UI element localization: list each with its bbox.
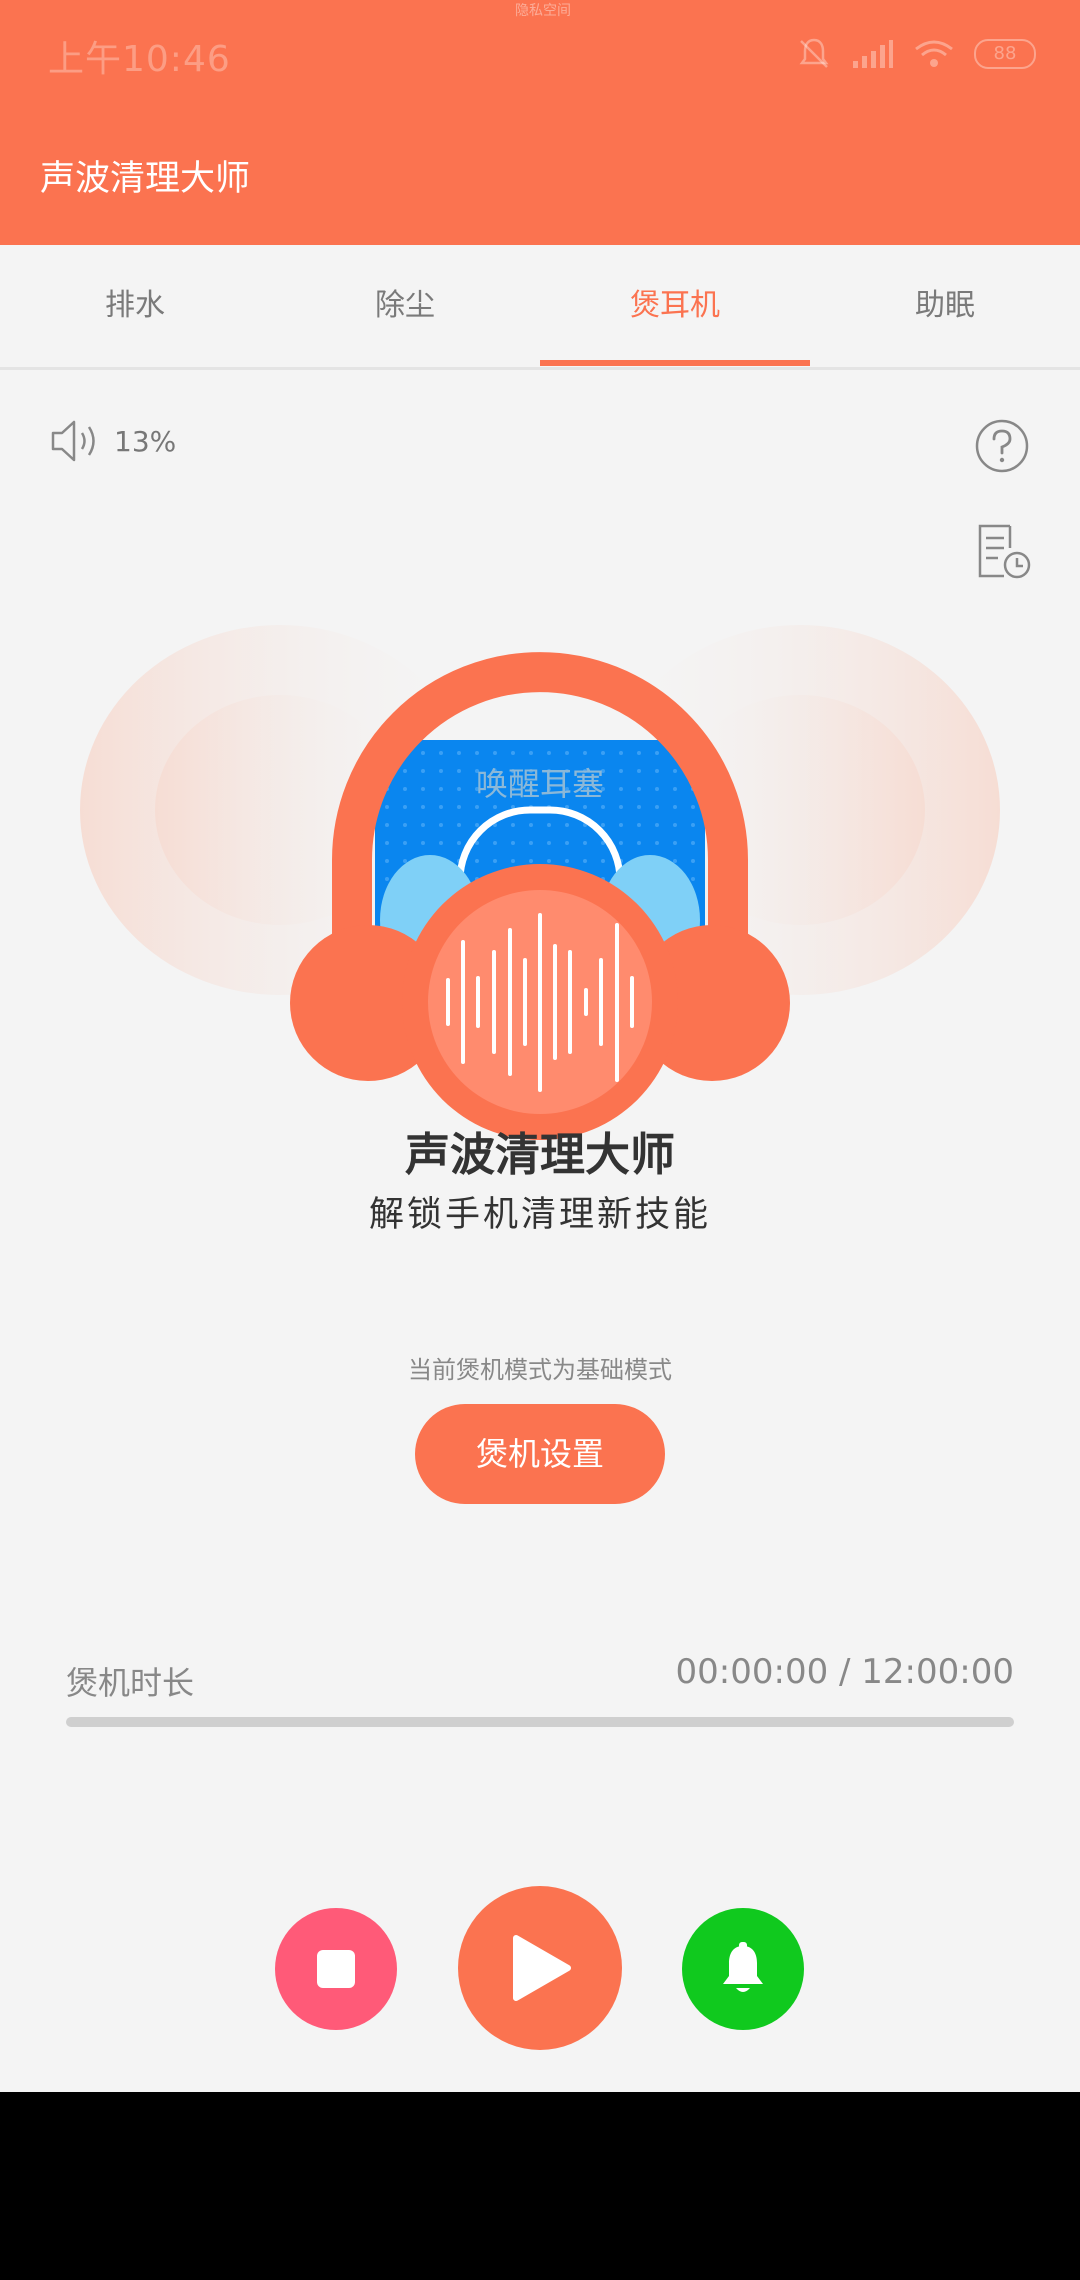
tab-sleep[interactable]: 助眠 bbox=[810, 245, 1080, 367]
stop-icon bbox=[317, 1950, 355, 1988]
page-title: 声波清理大师 bbox=[40, 159, 251, 199]
alarm-button[interactable] bbox=[682, 1908, 804, 2030]
help-button[interactable] bbox=[974, 418, 1030, 478]
system-nav-bar bbox=[0, 2092, 1080, 2280]
battery-indicator: 88 bbox=[974, 39, 1036, 69]
status-bar: 隐私空间 上午10:46 88 bbox=[0, 0, 1080, 110]
volume-control[interactable]: 13% bbox=[50, 418, 176, 464]
tab-bar: 排水 除尘 煲耳机 助眠 bbox=[0, 245, 1080, 370]
hero-subtitle: 解锁手机清理新技能 bbox=[368, 1195, 711, 1235]
mode-status-text: 当前煲机模式为基础模式 bbox=[408, 1356, 672, 1384]
signal-icon bbox=[853, 40, 893, 68]
play-button[interactable] bbox=[458, 1886, 622, 2050]
burn-in-settings-button[interactable]: 煲机设置 bbox=[415, 1404, 665, 1504]
tab-drain[interactable]: 排水 bbox=[0, 245, 270, 367]
status-icons: 88 bbox=[796, 34, 1036, 74]
speaker-icon bbox=[51, 420, 95, 462]
duration-progress-bar[interactable] bbox=[66, 1717, 1014, 1727]
stop-button[interactable] bbox=[275, 1908, 397, 2030]
play-icon bbox=[513, 1935, 571, 2001]
notch-label: 隐私空间 bbox=[515, 3, 571, 19]
headphones-illustration: 唤醒耳塞 bbox=[80, 625, 1000, 1140]
wifi-icon bbox=[915, 40, 953, 67]
tab-indicator bbox=[540, 360, 810, 366]
hero-overlay-text: 唤醒耳塞 bbox=[476, 765, 604, 803]
history-icon bbox=[978, 524, 1031, 579]
history-button[interactable] bbox=[974, 522, 1032, 584]
tab-dust[interactable]: 除尘 bbox=[270, 245, 540, 367]
tab-burn-in[interactable]: 煲耳机 bbox=[540, 245, 810, 367]
duration-time: 00:00:00 / 12:00:00 bbox=[675, 1652, 1014, 1692]
hero-title: 声波清理大师 bbox=[404, 1128, 675, 1181]
duration-label: 煲机时长 bbox=[66, 1664, 195, 1702]
bell-icon bbox=[723, 1942, 763, 1992]
status-time: 上午10:46 bbox=[48, 39, 231, 80]
mute-bell-icon bbox=[799, 38, 829, 68]
volume-value: 13% bbox=[114, 424, 177, 458]
help-icon bbox=[975, 419, 1029, 473]
app-header: 隐私空间 上午10:46 88 声波清理大师 bbox=[0, 0, 1080, 245]
